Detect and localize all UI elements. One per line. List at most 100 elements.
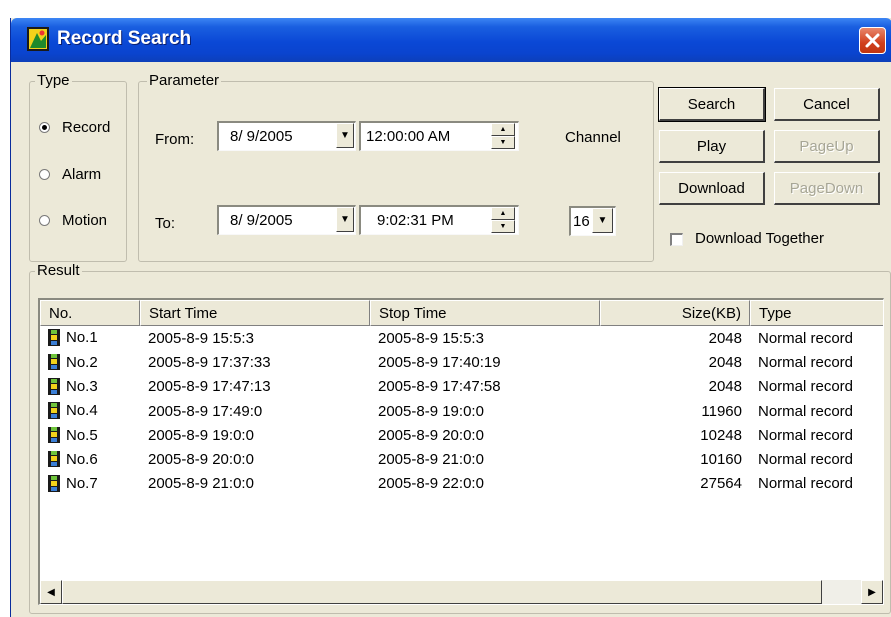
download-button-label: Download: [678, 179, 745, 197]
to-date-dropdown-button[interactable]: ▼: [336, 207, 354, 232]
to-label: To:: [155, 215, 176, 232]
page-up-button-label: PageUp: [799, 137, 854, 155]
title-bar[interactable]: Record Search: [11, 18, 891, 62]
row-no-text: No.3: [66, 377, 98, 395]
cell-no: No.4: [40, 402, 140, 420]
column-header-size[interactable]: Size(KB): [600, 300, 750, 326]
channel-label: Channel: [565, 129, 621, 146]
column-header-start-time[interactable]: Start Time: [140, 300, 370, 326]
cell-stop: 2005-8-9 19:0:0: [378, 402, 484, 420]
channel-value: 16: [573, 213, 590, 230]
to-date-value: 8/ 9/2005: [230, 212, 293, 229]
cell-size: 27564: [700, 475, 742, 493]
search-button[interactable]: Search: [658, 87, 766, 122]
from-label: From:: [155, 131, 195, 148]
to-time-spinner[interactable]: ▲ ▼: [491, 207, 515, 233]
film-icon: [48, 377, 60, 395]
table-row[interactable]: No.1 2005-8-9 15:5:3 2005-8-9 15:5:3 204…: [40, 326, 883, 350]
search-button-label: Search: [687, 95, 736, 113]
column-header-stop-time-label: Stop Time: [379, 304, 447, 322]
result-list-header: No. Start Time Stop Time Size(KB) Type: [40, 300, 883, 326]
page-up-button[interactable]: PageUp: [774, 130, 880, 163]
play-button[interactable]: Play: [659, 130, 765, 163]
cell-start: 2005-8-9 21:0:0: [148, 475, 254, 493]
table-row[interactable]: No.2 2005-8-9 17:37:33 2005-8-9 17:40:19…: [40, 350, 883, 374]
result-list[interactable]: No. Start Time Stop Time Size(KB) Type N…: [38, 298, 884, 605]
spin-down-icon[interactable]: ▼: [491, 220, 515, 233]
from-date-dropdown-button[interactable]: ▼: [336, 123, 354, 148]
cell-stop: 2005-8-9 20:0:0: [378, 426, 484, 444]
result-rows: No.1 2005-8-9 15:5:3 2005-8-9 15:5:3 204…: [40, 326, 883, 496]
cell-size: 11960: [701, 402, 742, 420]
close-button[interactable]: [859, 27, 886, 54]
spin-up-icon[interactable]: ▲: [491, 123, 515, 136]
column-header-stop-time[interactable]: Stop Time: [370, 300, 600, 326]
channel-dropdown-button[interactable]: ▼: [592, 208, 613, 233]
type-group-legend: Type: [35, 72, 72, 89]
arrow-left-icon: ◀: [47, 586, 55, 598]
cell-size: 2048: [708, 378, 742, 396]
cell-no: No.2: [40, 353, 140, 372]
cell-start: 2005-8-9 17:47:13: [148, 378, 271, 396]
record-search-window: Record Search Type Record Alarm Motion P…: [10, 18, 891, 617]
radio-motion-indicator[interactable]: [39, 215, 50, 226]
from-date-value: 8/ 9/2005: [230, 128, 293, 145]
chevron-down-icon: ▼: [340, 130, 350, 141]
type-group: Type Record Alarm Motion: [29, 72, 127, 262]
table-row[interactable]: No.6 2005-8-9 20:0:0 2005-8-9 21:0:0 101…: [40, 447, 883, 471]
arrow-right-icon: ▶: [868, 586, 876, 598]
row-no-text: No.7: [66, 475, 98, 493]
column-header-no-label: No.: [49, 304, 73, 322]
radio-motion-label: Motion: [62, 212, 108, 229]
scroll-left-button[interactable]: ◀: [40, 580, 62, 604]
cell-type: Normal record: [758, 378, 854, 396]
film-icon: [48, 329, 60, 346]
parameter-group: Parameter From: 8/ 9/2005 ▼ 12:00:00 AM …: [138, 72, 654, 262]
film-icon: [48, 426, 60, 444]
row-no-text: No.6: [66, 450, 98, 468]
radio-alarm[interactable]: Alarm: [39, 166, 101, 183]
film-icon: [48, 402, 60, 419]
row-no-text: No.4: [66, 402, 98, 420]
cell-stop: 2005-8-9 17:47:58: [378, 378, 501, 396]
column-header-no[interactable]: No.: [40, 300, 140, 326]
table-row[interactable]: No.5 2005-8-9 19:0:0 2005-8-9 20:0:0 102…: [40, 423, 883, 447]
cell-stop: 2005-8-9 22:0:0: [378, 475, 484, 493]
cell-stop: 2005-8-9 15:5:3: [378, 329, 484, 347]
to-time-value: 9:02:31 PM: [377, 212, 454, 229]
download-together-checkbox[interactable]: [670, 233, 683, 246]
cell-no: No.1: [40, 329, 140, 347]
scrollbar-thumb[interactable]: [62, 580, 822, 604]
scrollbar-track[interactable]: [822, 580, 861, 604]
table-row[interactable]: No.4 2005-8-9 17:49:0 2005-8-9 19:0:0 11…: [40, 399, 883, 423]
chevron-down-icon: ▼: [340, 214, 350, 225]
horizontal-scrollbar[interactable]: ◀ ▶: [40, 580, 883, 604]
radio-alarm-indicator[interactable]: [39, 169, 50, 180]
table-row[interactable]: No.7 2005-8-9 21:0:0 2005-8-9 22:0:0 275…: [40, 472, 883, 496]
table-row[interactable]: No.3 2005-8-9 17:47:13 2005-8-9 17:47:58…: [40, 375, 883, 399]
from-time-spinner[interactable]: ▲ ▼: [491, 123, 515, 149]
film-icon: [48, 450, 60, 468]
column-header-type[interactable]: Type: [750, 300, 883, 326]
cell-type: Normal record: [758, 426, 854, 444]
spin-down-icon[interactable]: ▼: [491, 136, 515, 149]
spin-up-icon[interactable]: ▲: [491, 207, 515, 220]
download-button[interactable]: Download: [659, 172, 765, 205]
radio-motion[interactable]: Motion: [39, 212, 107, 229]
cell-type: Normal record: [758, 451, 854, 469]
page-down-button[interactable]: PageDown: [774, 172, 880, 205]
result-group-legend: Result: [35, 262, 82, 279]
download-together-label[interactable]: Download Together: [695, 230, 824, 247]
radio-record-indicator[interactable]: [39, 122, 50, 133]
cell-start: 2005-8-9 17:37:33: [148, 353, 271, 371]
cell-size: 2048: [708, 329, 742, 347]
cell-no: No.3: [40, 377, 140, 396]
column-header-size-label: Size(KB): [681, 304, 741, 322]
cell-start: 2005-8-9 19:0:0: [148, 426, 254, 444]
radio-record[interactable]: Record: [39, 119, 110, 136]
cancel-button[interactable]: Cancel: [774, 88, 880, 121]
from-time-value: 12:00:00 AM: [366, 128, 451, 145]
scroll-right-button[interactable]: ▶: [861, 580, 883, 604]
page-down-button-label: PageDown: [789, 179, 864, 197]
close-icon: [865, 33, 880, 48]
